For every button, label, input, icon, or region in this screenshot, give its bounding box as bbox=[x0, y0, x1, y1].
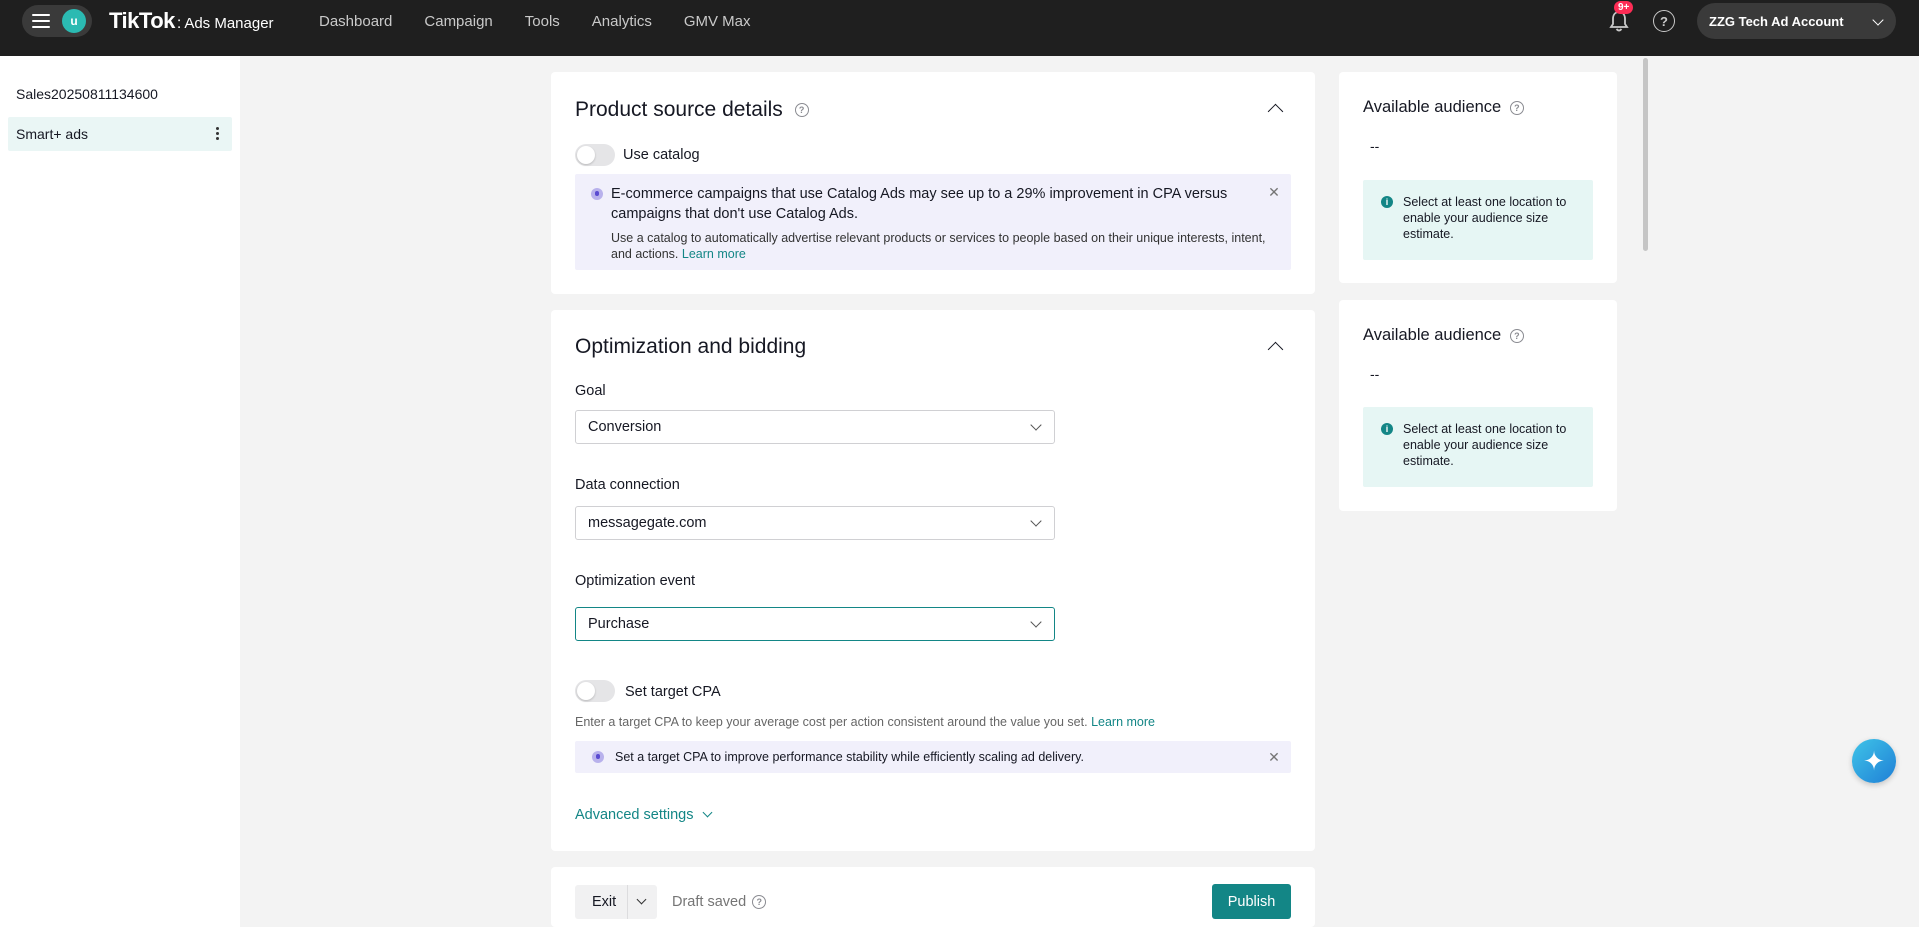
footer-bar bbox=[551, 867, 1315, 927]
chevron-down-icon bbox=[1030, 515, 1042, 527]
account-switcher[interactable]: ZZG Tech Ad Account bbox=[1697, 3, 1896, 39]
data-connection-label: Data connection bbox=[575, 477, 680, 493]
ai-assistant-button[interactable] bbox=[1852, 739, 1896, 783]
advanced-settings-label: Advanced settings bbox=[575, 807, 694, 823]
sidebar-item-campaign[interactable]: Sales20250811134600 bbox=[8, 77, 232, 111]
draft-status: Draft saved ? bbox=[672, 894, 767, 910]
publish-button[interactable]: Publish bbox=[1212, 884, 1291, 919]
learn-more-link[interactable]: Learn more bbox=[1091, 715, 1155, 729]
audience-note: Select at least one location to enable y… bbox=[1403, 422, 1567, 468]
top-navigation-bar: u TikTok : Ads Manager Dashboard Campaig… bbox=[0, 0, 1919, 56]
logo-separator: : bbox=[176, 15, 182, 32]
section-title: Optimization and bidding bbox=[575, 335, 807, 358]
nav-campaign[interactable]: Campaign bbox=[424, 13, 492, 30]
chevron-up-icon[interactable] bbox=[1267, 341, 1284, 358]
campaign-tree-sidebar: Sales20250811134600 Smart+ ads bbox=[0, 56, 240, 927]
banner-heading: E-commerce campaigns that use Catalog Ad… bbox=[611, 186, 1228, 222]
use-catalog-toggle[interactable] bbox=[575, 144, 615, 166]
target-cpa-toggle[interactable] bbox=[575, 680, 615, 702]
menu-button[interactable]: u bbox=[22, 5, 92, 37]
audience-size-value: -- bbox=[1370, 138, 1380, 154]
data-connection-value: messagegate.com bbox=[588, 515, 707, 531]
target-cpa-banner: Set a target CPA to improve performance … bbox=[575, 741, 1291, 773]
draft-status-text: Draft saved bbox=[672, 894, 747, 910]
chevron-down-icon[interactable] bbox=[636, 894, 647, 905]
target-cpa-banner-text: Set a target CPA to improve performance … bbox=[615, 750, 1084, 764]
audience-size-value: -- bbox=[1370, 366, 1380, 382]
goal-label: Goal bbox=[575, 383, 606, 399]
lightbulb-icon bbox=[591, 188, 603, 200]
button-divider bbox=[627, 885, 628, 919]
audience-title: Available audience ? bbox=[1363, 326, 1524, 345]
chevron-down-icon bbox=[702, 807, 712, 818]
audience-note-box: i Select at least one location to enable… bbox=[1363, 180, 1593, 260]
audience-note-box: i Select at least one location to enable… bbox=[1363, 407, 1593, 487]
target-cpa-help-text: Enter a target CPA to keep your average … bbox=[575, 715, 1088, 729]
help-icon[interactable]: ? bbox=[794, 103, 809, 118]
close-icon[interactable]: ✕ bbox=[1268, 750, 1280, 764]
section-title-text: Product source details bbox=[575, 98, 783, 121]
info-icon: i bbox=[1381, 196, 1393, 208]
chevron-down-icon bbox=[1030, 419, 1042, 431]
nav-tools[interactable]: Tools bbox=[525, 13, 560, 30]
audience-panel: Available audience ? -- i Select at leas… bbox=[1339, 300, 1617, 511]
target-cpa-help: Enter a target CPA to keep your average … bbox=[575, 715, 1155, 729]
help-icon[interactable]: ? bbox=[1509, 328, 1524, 343]
sidebar-item-ad-group[interactable]: Smart+ ads bbox=[8, 117, 232, 151]
product-source-card: Product source details ? Use catalog E-c… bbox=[551, 72, 1315, 294]
advanced-settings-toggle[interactable]: Advanced settings bbox=[575, 807, 712, 823]
audience-title-text: Available audience bbox=[1363, 98, 1502, 116]
user-avatar[interactable]: u bbox=[62, 9, 86, 33]
audience-title-text: Available audience bbox=[1363, 326, 1502, 344]
optimization-event-label: Optimization event bbox=[575, 573, 696, 589]
data-connection-select[interactable]: messagegate.com bbox=[575, 506, 1055, 540]
page-scrollbar[interactable] bbox=[1643, 58, 1648, 251]
goal-value: Conversion bbox=[588, 419, 662, 435]
account-name: ZZG Tech Ad Account bbox=[1709, 13, 1844, 29]
help-icon[interactable]: ? bbox=[1653, 10, 1675, 32]
close-icon[interactable]: ✕ bbox=[1268, 185, 1280, 199]
optimization-event-select[interactable]: Purchase bbox=[575, 607, 1055, 641]
banner-body: Use a catalog to automatically advertise… bbox=[611, 230, 1271, 262]
learn-more-link[interactable]: Learn more bbox=[682, 247, 746, 261]
more-options-icon[interactable] bbox=[216, 127, 219, 140]
target-cpa-label: Set target CPA bbox=[625, 684, 721, 700]
logo-main-text: TikTok bbox=[109, 8, 175, 33]
audience-title: Available audience ? bbox=[1363, 98, 1524, 117]
section-title: Product source details ? bbox=[575, 98, 809, 122]
tiktok-ads-manager-logo[interactable]: TikTok : Ads Manager bbox=[109, 8, 274, 34]
nav-dashboard[interactable]: Dashboard bbox=[319, 13, 392, 30]
optimization-bidding-card: Optimization and bidding Goal Conversion… bbox=[551, 310, 1315, 851]
nav-gmv-max[interactable]: GMV Max bbox=[684, 13, 751, 30]
chevron-up-icon[interactable] bbox=[1267, 103, 1284, 120]
exit-button[interactable]: Exit bbox=[575, 885, 657, 919]
goal-select[interactable]: Conversion bbox=[575, 410, 1055, 444]
help-icon[interactable]: ? bbox=[752, 895, 767, 910]
audience-panel: Available audience ? -- i Select at leas… bbox=[1339, 72, 1617, 283]
logo-sub-text: Ads Manager bbox=[184, 15, 274, 32]
hamburger-icon bbox=[32, 14, 50, 28]
use-catalog-label: Use catalog bbox=[623, 147, 700, 163]
main-nav: Dashboard Campaign Tools Analytics GMV M… bbox=[319, 0, 783, 42]
sidebar-item-label: Smart+ ads bbox=[16, 126, 88, 142]
nav-analytics[interactable]: Analytics bbox=[592, 13, 652, 30]
chevron-down-icon bbox=[1030, 616, 1042, 628]
help-icon[interactable]: ? bbox=[1509, 100, 1524, 115]
exit-label: Exit bbox=[592, 894, 617, 910]
sidebar-item-label: Sales20250811134600 bbox=[16, 86, 158, 102]
info-icon: i bbox=[1381, 423, 1393, 435]
notification-badge: 9+ bbox=[1614, 1, 1634, 14]
chevron-down-icon bbox=[1872, 14, 1884, 26]
audience-note: Select at least one location to enable y… bbox=[1403, 195, 1567, 241]
lightbulb-icon bbox=[592, 751, 604, 763]
catalog-info-banner: E-commerce campaigns that use Catalog Ad… bbox=[575, 174, 1291, 270]
optimization-event-value: Purchase bbox=[588, 616, 650, 632]
